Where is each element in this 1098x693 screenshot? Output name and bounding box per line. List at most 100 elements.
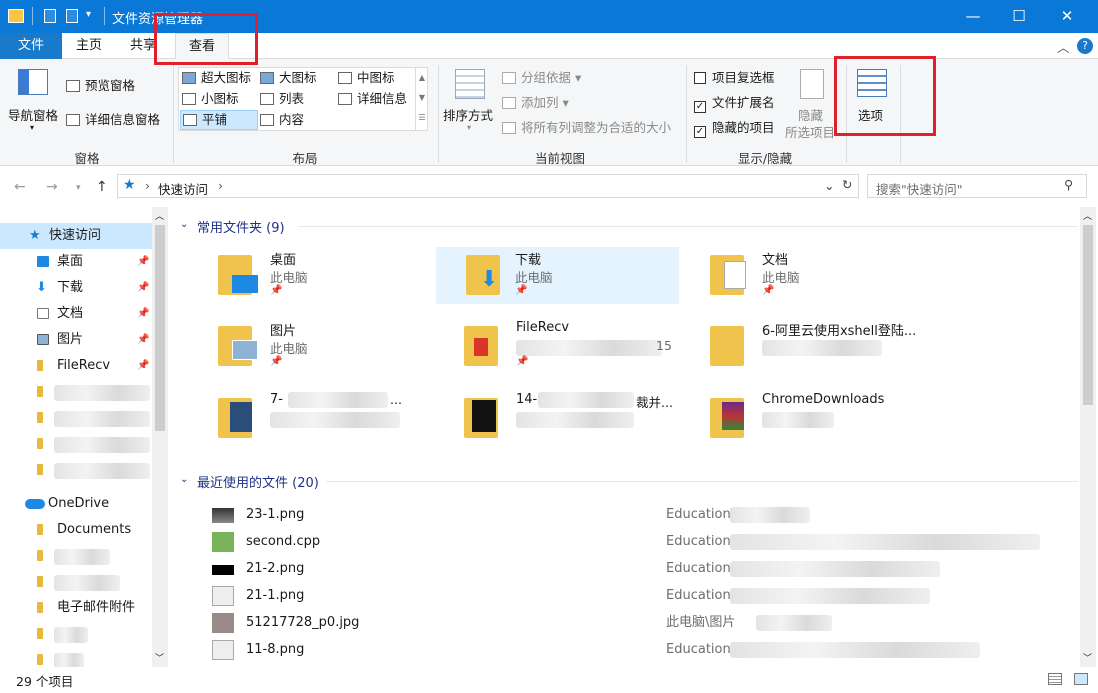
layout-gallery-scroll[interactable]: ▲ ▼ ☰ [415, 68, 428, 130]
collapse-group-icon[interactable]: ⌄ [180, 474, 188, 485]
recent-locations-icon[interactable]: ▾ [76, 183, 81, 193]
breadcrumb-quick-access[interactable]: 快速访问 [158, 179, 208, 198]
scroll-thumb[interactable] [1083, 225, 1093, 405]
layout-medium-icons[interactable]: 中图标 [338, 69, 395, 87]
nav-item-pictures[interactable]: 图片 📌 [0, 327, 152, 353]
details-icon [338, 93, 352, 105]
layout-large-icons[interactable]: 大图标 [260, 69, 317, 87]
size-all-columns-button[interactable]: 将所有列调整为合适的大小 [502, 119, 671, 137]
item-count: 29 个项目 [16, 674, 74, 689]
tile-redacted-14[interactable]: 14- 裁并... [454, 390, 694, 450]
content-icon [260, 114, 274, 126]
path-chevron-icon[interactable]: › [218, 178, 223, 193]
pin-icon[interactable]: 📌 [137, 327, 149, 353]
tile-filerecv[interactable]: FileRecv 15 📌 [454, 318, 694, 378]
nav-item-downloads[interactable]: ⬇ 下载 📌 [0, 275, 152, 301]
nav-item-desktop[interactable]: 桌面 📌 [0, 249, 152, 275]
help-icon[interactable]: ? [1077, 38, 1093, 54]
properties-quick-icon[interactable] [44, 9, 56, 23]
pin-icon[interactable]: 📌 [137, 301, 149, 327]
pin-icon[interactable]: 📌 [137, 275, 149, 301]
nav-quick-access[interactable]: ★ 快速访问 [0, 223, 152, 249]
layout-details[interactable]: 详细信息 [338, 90, 407, 108]
hide-selected-button[interactable]: 隐藏 所选项目 [784, 67, 840, 147]
details-view-icon[interactable] [1048, 673, 1062, 685]
image-file-icon [212, 565, 234, 575]
new-folder-quick-icon[interactable] [66, 9, 78, 23]
recent-file-row[interactable]: 21-2.png Education [208, 556, 1088, 582]
scroll-up-icon[interactable]: ︿ [1083, 209, 1092, 222]
minimize-button[interactable]: — [950, 0, 996, 33]
layout-tiles[interactable]: 平铺 [180, 110, 258, 130]
tab-file[interactable]: 文件 [0, 33, 62, 59]
nav-item-redacted-1[interactable] [0, 379, 152, 405]
tile-pictures[interactable]: 图片 此电脑 📌 [208, 318, 448, 378]
add-columns-button[interactable]: 添加列 ▾ [502, 94, 569, 112]
tile-chrome-downloads[interactable]: ChromeDownloads [700, 390, 940, 450]
image-file-icon [212, 586, 234, 606]
group-by-button[interactable]: 分组依据 ▾ [502, 69, 581, 87]
nav-item-redacted-4[interactable] [0, 457, 152, 483]
layout-extra-large-icons[interactable]: 超大图标 [182, 69, 251, 87]
pin-icon: 📌 [515, 285, 528, 296]
nav-item-od-documents[interactable]: Documents [0, 517, 152, 543]
recent-file-row[interactable]: second.cpp Education [208, 529, 1088, 555]
search-input[interactable]: 搜索"快速访问" ⚲ [867, 174, 1087, 198]
address-dropdown-icon[interactable]: ⌄ [824, 178, 834, 193]
layout-small-icons[interactable]: 小图标 [182, 90, 239, 108]
tile-downloads[interactable]: ⬇ 下载 此电脑 📌 [436, 247, 679, 304]
sort-by-button[interactable]: 排序方式 ▾ [443, 67, 495, 137]
recent-file-row[interactable]: 11-8.png Education [208, 637, 1088, 663]
tile-redacted-7[interactable]: 7-... [208, 390, 448, 450]
scroll-down-icon[interactable]: ﹀ [155, 651, 164, 664]
pin-icon[interactable]: 📌 [137, 353, 149, 379]
preview-pane-button[interactable]: 预览窗格 [66, 77, 135, 95]
pin-icon[interactable]: 📌 [137, 249, 149, 275]
layout-list[interactable]: 列表 [260, 90, 304, 108]
nav-item-redacted-5[interactable] [0, 543, 152, 569]
nav-item-redacted-2[interactable] [0, 405, 152, 431]
content-scrollbar[interactable]: ︿ ﹀ [1080, 207, 1096, 667]
close-button[interactable]: ✕ [1044, 0, 1090, 33]
recent-file-row[interactable]: 21-1.png Education [208, 583, 1088, 609]
folder-icon [37, 576, 43, 587]
up-arrow-icon[interactable]: ↑ [96, 179, 108, 195]
document-icon [37, 308, 49, 319]
nav-item-email-attachments[interactable]: 电子邮件附件 [0, 595, 152, 621]
back-arrow-icon[interactable]: ← [14, 179, 26, 195]
add-column-icon [502, 97, 516, 109]
forward-arrow-icon[interactable]: → [46, 179, 58, 195]
hidden-items-toggle[interactable]: ✓ 隐藏的项目 [694, 119, 775, 138]
tab-home[interactable]: 主页 [66, 33, 112, 59]
nav-item-redacted-7[interactable] [0, 621, 152, 647]
section-recent-files[interactable]: 最近使用的文件 (20) [197, 472, 319, 491]
tile-documents[interactable]: 文档 此电脑 📌 [700, 247, 940, 307]
maximize-button[interactable]: ☐ [996, 0, 1042, 33]
scroll-thumb[interactable] [155, 225, 165, 431]
tile-aliyun-xshell[interactable]: 6-阿里云使用xshell登陆... [700, 318, 940, 378]
details-pane-button[interactable]: 详细信息窗格 [66, 111, 160, 129]
collapse-ribbon-icon[interactable]: ︿ [1057, 37, 1070, 56]
recent-file-row[interactable]: 23-1.png Education [208, 502, 1088, 528]
large-icons-view-icon[interactable] [1074, 673, 1088, 685]
scroll-up-icon[interactable]: ︿ [155, 209, 164, 222]
nav-item-redacted-3[interactable] [0, 431, 152, 457]
recent-file-row[interactable]: 51217728_p0.jpg 此电脑\图片 [208, 610, 1088, 636]
layout-content[interactable]: 内容 [260, 111, 304, 129]
nav-onedrive[interactable]: OneDrive [0, 491, 152, 517]
scroll-down-icon[interactable]: ﹀ [1083, 651, 1092, 664]
file-extensions-toggle[interactable]: ✓ 文件扩展名 [694, 94, 775, 113]
search-icon: ⚲ [1064, 177, 1074, 192]
item-checkboxes-toggle[interactable]: 项目复选框 [694, 69, 775, 87]
address-path-box[interactable]: ★ › 快速访问 › ⌄ ↻ [117, 174, 859, 198]
nav-item-filerecv[interactable]: FileRecv 📌 [0, 353, 152, 379]
navigation-pane-button[interactable]: 导航窗格 ▾ [6, 67, 62, 137]
tile-desktop[interactable]: 桌面 此电脑 📌 [208, 247, 448, 307]
section-frequent-folders[interactable]: 常用文件夹 (9) [197, 217, 285, 236]
customize-quick-access-icon[interactable]: ▾ [86, 9, 91, 20]
nav-item-redacted-6[interactable] [0, 569, 152, 595]
refresh-icon[interactable]: ↻ [842, 177, 852, 192]
nav-item-documents[interactable]: 文档 📌 [0, 301, 152, 327]
collapse-group-icon[interactable]: ⌄ [180, 219, 188, 230]
nav-scrollbar[interactable]: ︿ ﹀ [152, 207, 168, 667]
